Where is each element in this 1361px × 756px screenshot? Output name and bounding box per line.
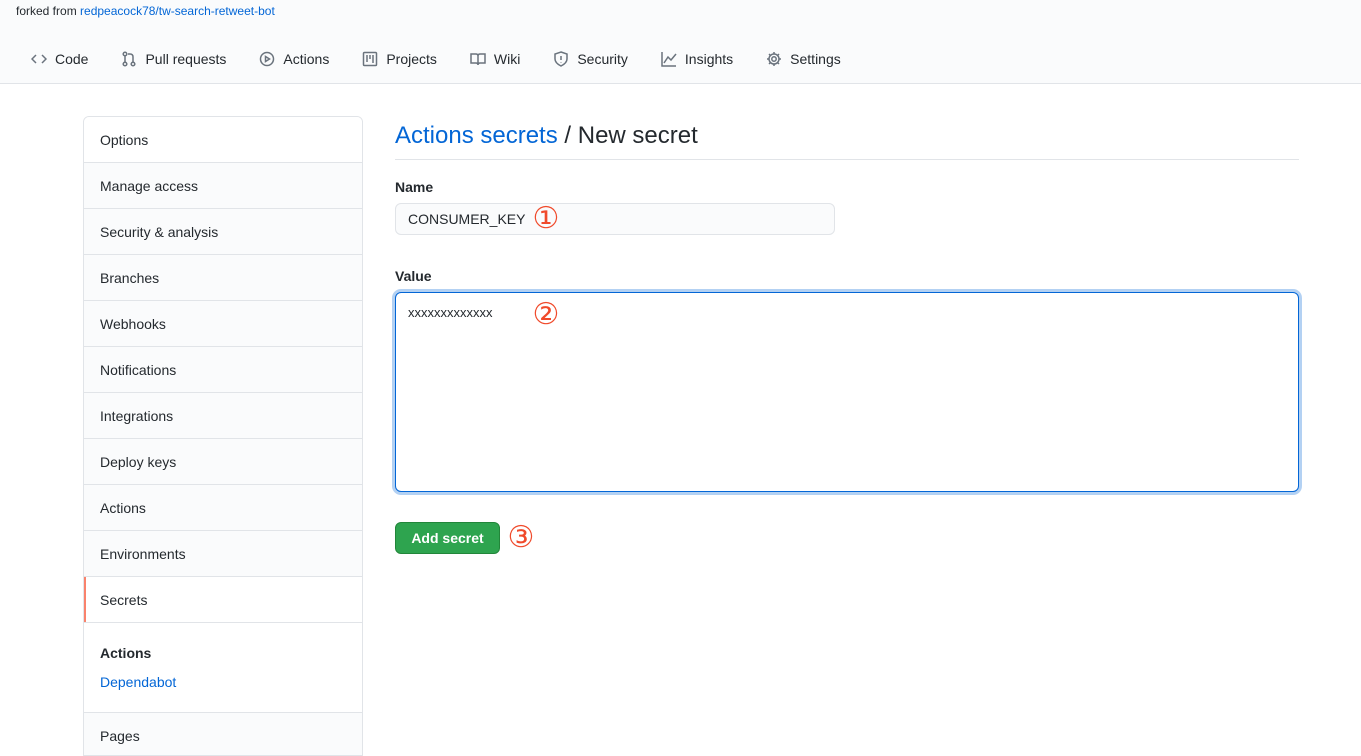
sidebar-item-webhooks[interactable]: Webhooks [84, 301, 362, 347]
sidebar-item-integrations[interactable]: Integrations [84, 393, 362, 439]
annotation-marker-2: ② [532, 297, 560, 332]
sidebar-item-secrets[interactable]: Secrets [84, 577, 362, 623]
page-title: Actions secrets / New secret [395, 116, 1299, 160]
tab-pull-requests-label: Pull requests [145, 51, 227, 67]
sidebar-item-environments[interactable]: Environments [84, 531, 362, 577]
tab-wiki-label: Wiki [493, 51, 521, 67]
name-label: Name [395, 179, 434, 195]
breadcrumb-separator: / [564, 122, 572, 149]
tab-settings[interactable]: Settings [766, 44, 841, 74]
secret-name-input[interactable]: CONSUMER_KEY [395, 203, 835, 235]
tab-actions[interactable]: Actions [259, 44, 329, 74]
play-icon [260, 51, 275, 67]
tab-projects-label: Projects [386, 51, 437, 67]
new-secret-form: Actions secrets / New secret Name CONSUM… [395, 116, 1299, 555]
pull-request-icon [122, 51, 137, 67]
tab-settings-label: Settings [790, 51, 841, 67]
sidebar-item-branches[interactable]: Branches [84, 255, 362, 301]
repo-header: forked from redpeacock78/tw-search-retwe… [0, 0, 1361, 84]
annotation-marker-3: ③ [507, 520, 535, 555]
forked-from-label: forked from [16, 4, 77, 18]
tab-code[interactable]: Code [31, 44, 88, 74]
tab-insights[interactable]: Insights [661, 44, 733, 74]
breadcrumb-actions-secrets[interactable]: Actions secrets [395, 122, 558, 149]
project-icon [363, 51, 378, 67]
sidebar-item-manage-access[interactable]: Manage access [84, 163, 362, 209]
forked-from-line: forked from redpeacock78/tw-search-retwe… [16, 4, 275, 18]
graph-icon [661, 52, 677, 67]
tab-wiki[interactable]: Wiki [470, 44, 520, 74]
tab-code-label: Code [55, 51, 89, 67]
sidebar-item-notifications[interactable]: Notifications [84, 347, 362, 393]
sidebar-item-security-analysis[interactable]: Security & analysis [84, 209, 362, 255]
repo-tabs: Code Pull requests Actions Projects Wiki… [31, 44, 874, 84]
secrets-subgroup: Actions Dependabot [84, 623, 362, 713]
sidebar-item-options[interactable]: Options [84, 117, 362, 163]
secrets-subgroup-dependabot[interactable]: Dependabot [100, 674, 346, 692]
tab-insights-label: Insights [684, 51, 734, 67]
value-label: Value [395, 268, 432, 284]
tab-projects[interactable]: Projects [362, 44, 437, 74]
annotation-marker-1: ① [532, 201, 560, 236]
tab-security-label: Security [577, 51, 628, 67]
tab-actions-label: Actions [283, 51, 330, 67]
sidebar-item-deploy-keys[interactable]: Deploy keys [84, 439, 362, 485]
breadcrumb-current: New secret [577, 122, 698, 149]
add-secret-button[interactable]: Add secret [395, 522, 500, 554]
forked-repo-link[interactable]: redpeacock78/tw-search-retweet-bot [80, 4, 275, 18]
book-icon [470, 53, 486, 66]
gear-icon [767, 52, 782, 66]
sidebar-item-pages[interactable]: Pages [84, 713, 362, 755]
tab-pull-requests[interactable]: Pull requests [121, 44, 226, 74]
code-icon [31, 54, 47, 64]
secrets-subgroup-actions[interactable]: Actions [100, 645, 346, 663]
settings-sidebar: Options Manage access Security & analysi… [83, 116, 363, 756]
sidebar-item-actions[interactable]: Actions [84, 485, 362, 531]
tab-security[interactable]: Security [553, 44, 628, 74]
shield-icon [554, 51, 569, 67]
